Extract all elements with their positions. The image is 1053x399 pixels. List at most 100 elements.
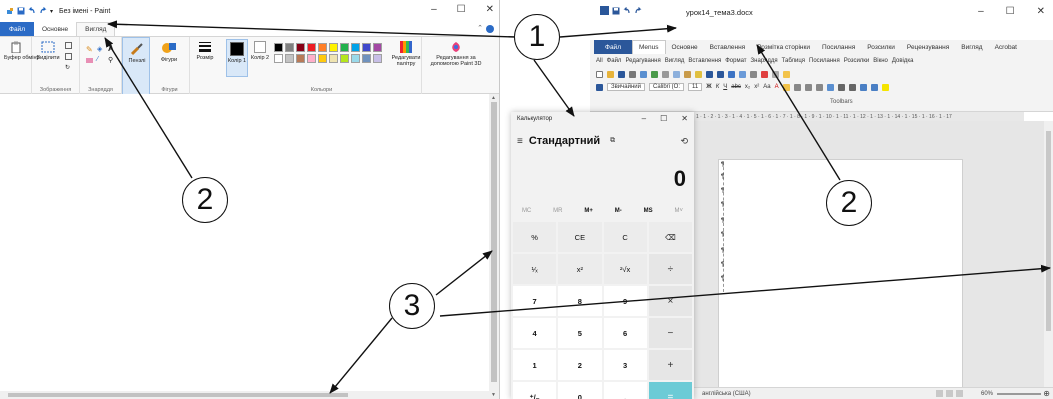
- color-swatch[interactable]: [362, 54, 371, 63]
- paint-vertical-scrollbar[interactable]: ▲ ▼: [489, 94, 499, 399]
- tab-file[interactable]: Файл: [0, 22, 34, 36]
- calc-key[interactable]: C: [603, 222, 647, 252]
- redo-icon[interactable]: [634, 6, 642, 15]
- print-preview-icon[interactable]: [640, 70, 647, 78]
- eraser-icon[interactable]: [86, 58, 93, 63]
- scroll-down-icon[interactable]: ▼: [491, 392, 496, 398]
- hyperlink-icon[interactable]: [728, 70, 735, 78]
- history-icon[interactable]: ⟲: [680, 136, 688, 147]
- clipboard-button[interactable]: Буфер обміну: [4, 41, 39, 61]
- minimize-icon[interactable]: –: [642, 114, 646, 123]
- magnifier-icon[interactable]: ⚲: [108, 56, 113, 64]
- memory-clear-button[interactable]: MC: [522, 208, 531, 220]
- tab-acrobat[interactable]: Acrobat: [989, 40, 1023, 54]
- calc-key[interactable]: 2: [558, 350, 602, 380]
- minimize-icon[interactable]: –: [978, 6, 984, 17]
- color-swatch[interactable]: [373, 43, 382, 52]
- tab-home[interactable]: Основне: [666, 40, 704, 54]
- menu-help[interactable]: Довідка: [892, 58, 914, 64]
- calc-key[interactable]: ×: [648, 286, 692, 316]
- color-swatch[interactable]: [351, 43, 360, 52]
- paint-canvas[interactable]: [0, 94, 499, 399]
- bullets-icon[interactable]: [837, 83, 845, 91]
- superscript-icon[interactable]: x²: [754, 84, 759, 90]
- open-icon[interactable]: [607, 70, 614, 78]
- word-vertical-scrollbar[interactable]: [1044, 121, 1053, 387]
- memory-list-button[interactable]: M˅: [675, 208, 684, 220]
- highlight-icon[interactable]: [881, 83, 889, 91]
- color2-button[interactable]: Колір 2: [250, 41, 270, 61]
- status-language[interactable]: англійська (США): [702, 391, 751, 397]
- scrollbar-thumb[interactable]: [491, 102, 497, 382]
- calc-key[interactable]: ,: [603, 382, 647, 399]
- color-swatch[interactable]: [329, 54, 338, 63]
- calc-key[interactable]: x²: [558, 254, 602, 284]
- web-layout-view-icon[interactable]: [946, 390, 953, 397]
- calc-key[interactable]: 1: [513, 350, 557, 380]
- menu-edit[interactable]: Редагування: [625, 58, 660, 64]
- select-button[interactable]: Виділити: [35, 41, 61, 61]
- menu-tools[interactable]: Знаряддя: [751, 58, 778, 64]
- maximize-icon[interactable]: ☐: [1006, 6, 1015, 17]
- read-mode-view-icon[interactable]: [956, 390, 963, 397]
- zoom-slider[interactable]: [997, 393, 1041, 395]
- word-title-bar[interactable]: урок14_тема3.docx – ☐ ✕: [590, 0, 1053, 24]
- calc-key[interactable]: 6: [603, 318, 647, 348]
- undo-icon[interactable]: [623, 6, 631, 15]
- color-swatch[interactable]: [307, 43, 316, 52]
- collapse-ribbon-icon[interactable]: ⌃: [477, 24, 483, 32]
- text-icon[interactable]: A: [108, 44, 114, 53]
- menu-view[interactable]: Вигляд: [665, 58, 685, 64]
- calc-key[interactable]: ⌫: [648, 222, 692, 252]
- zoom-in-icon[interactable]: ⊕: [1043, 389, 1050, 398]
- color-swatch[interactable]: [362, 43, 371, 52]
- calc-key[interactable]: ²√x: [603, 254, 647, 284]
- calc-key[interactable]: +: [648, 350, 692, 380]
- maximize-icon[interactable]: ☐: [457, 4, 466, 15]
- color-swatch[interactable]: [274, 54, 283, 63]
- paint-title-bar[interactable]: ▾ Без імені - Paint – ☐ ✕: [0, 0, 499, 22]
- undo-icon[interactable]: [706, 70, 713, 78]
- horizontal-ruler[interactable]: 1 · 1 · 2 · 1 · 3 · 1 · 4 · 1 · 5 · 1 · …: [694, 112, 1024, 121]
- tab-insert[interactable]: Вставлення: [704, 40, 752, 54]
- undo-icon[interactable]: [28, 7, 36, 15]
- copy-icon[interactable]: [673, 70, 680, 78]
- keep-on-top-icon[interactable]: ⧉: [610, 137, 615, 145]
- scroll-up-icon[interactable]: ▲: [491, 95, 496, 101]
- calc-key[interactable]: ¹⁄ₓ: [513, 254, 557, 284]
- calc-key[interactable]: 7: [513, 286, 557, 316]
- tab-menus[interactable]: Menus: [631, 40, 666, 54]
- calc-key[interactable]: 4: [513, 318, 557, 348]
- style-select[interactable]: Звичайний: [607, 83, 645, 91]
- calc-key[interactable]: CE: [558, 222, 602, 252]
- color-swatch[interactable]: [351, 54, 360, 63]
- memory-subtract-button[interactable]: M-: [615, 208, 622, 220]
- calc-key[interactable]: 5: [558, 318, 602, 348]
- menu-table[interactable]: Таблиця: [782, 58, 805, 64]
- color-picker-icon[interactable]: ⁄: [97, 56, 98, 63]
- align-left-icon[interactable]: [782, 83, 790, 91]
- calc-key[interactable]: 9: [603, 286, 647, 316]
- indent-icon[interactable]: [870, 83, 878, 91]
- size-button[interactable]: Розмір: [190, 37, 220, 95]
- calc-key[interactable]: ÷: [648, 254, 692, 284]
- pencil-icon[interactable]: ✎: [86, 45, 93, 54]
- change-case-icon[interactable]: Aa: [763, 84, 770, 90]
- color-swatch[interactable]: [307, 54, 316, 63]
- color-swatch[interactable]: [373, 54, 382, 63]
- menu-all[interactable]: All: [596, 58, 603, 64]
- minimize-icon[interactable]: –: [431, 4, 437, 15]
- font-color-icon[interactable]: A: [775, 84, 779, 90]
- new-document-icon[interactable]: [596, 70, 603, 78]
- color-swatch[interactable]: [329, 43, 338, 52]
- crop-icon[interactable]: [65, 42, 72, 49]
- spelling-icon[interactable]: [651, 70, 658, 78]
- rotate-icon[interactable]: ↻: [65, 64, 70, 71]
- fill-icon[interactable]: ◈: [97, 45, 102, 53]
- memory-add-button[interactable]: M+: [584, 208, 593, 220]
- calc-key[interactable]: ⁺/₋: [513, 382, 557, 399]
- save-icon[interactable]: [618, 70, 625, 78]
- quick-access-dropdown-icon[interactable]: ▾: [50, 8, 53, 15]
- align-right-icon[interactable]: [804, 83, 812, 91]
- tab-view[interactable]: Вигляд: [76, 22, 116, 36]
